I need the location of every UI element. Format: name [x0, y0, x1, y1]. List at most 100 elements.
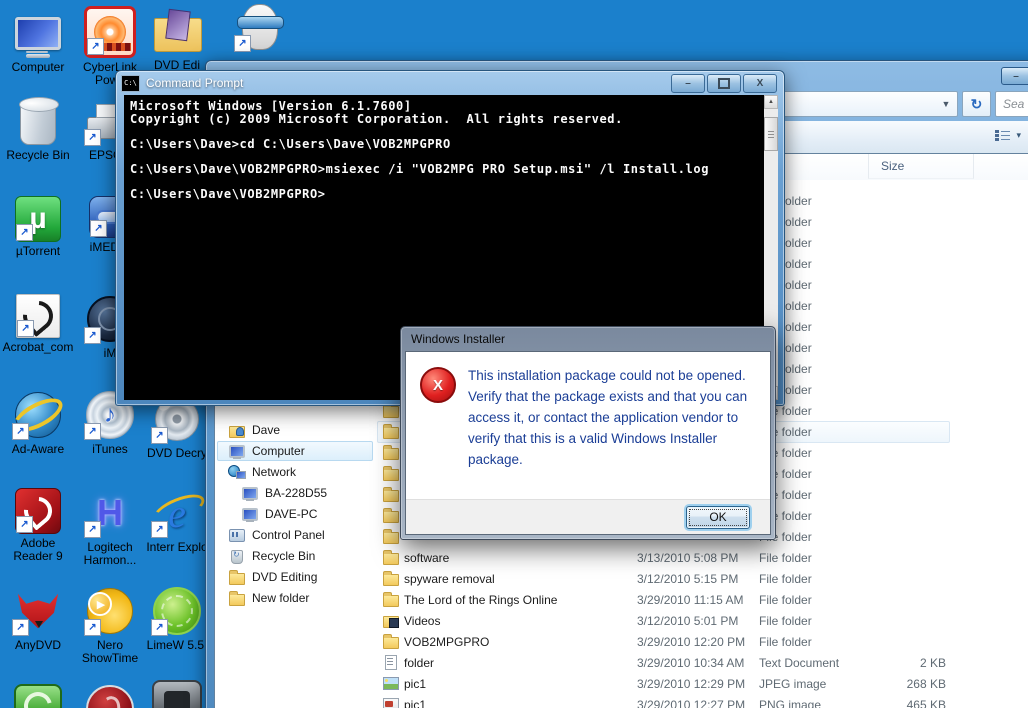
desktop-icon-label: µTorrent: [15, 244, 61, 258]
utorrent-icon: [15, 196, 61, 242]
nav-item-network[interactable]: Network: [217, 462, 373, 482]
nav-item-new-folder[interactable]: New folder: [217, 588, 373, 608]
desktop-icon-label: Interr Explo: [146, 540, 208, 554]
change-view-button[interactable]: [995, 130, 1021, 141]
jpeg-image-icon: [382, 675, 400, 691]
dialog-title: Windows Installer: [411, 332, 506, 346]
maximize-button[interactable]: [707, 73, 741, 93]
desktop-icon-internet-explorer[interactable]: Interr Explo: [139, 488, 215, 554]
shortcut-arrow-icon: [84, 619, 101, 636]
file-type: File folder: [759, 572, 812, 586]
nav-item-dave-pc[interactable]: DAVE-PC: [217, 504, 373, 524]
scroll-up-icon[interactable]: [764, 95, 778, 109]
file-row[interactable]: VOB2MPGPRO 3/29/2010 12:20 PM File folder: [375, 631, 1028, 652]
network-icon: [228, 464, 246, 480]
desktop-icon-gray-app[interactable]: [139, 680, 215, 708]
desktop-icon-dvd-editing[interactable]: DVD Edi: [139, 6, 215, 72]
file-date-modified: 3/29/2010 12:29 PM: [637, 677, 746, 691]
command-prompt-icon: C:\: [121, 74, 140, 92]
address-dropdown-icon[interactable]: [935, 92, 957, 116]
scrollbar-thumb[interactable]: [764, 117, 778, 151]
desktop-icon-ad-aware[interactable]: Ad-Aware: [0, 390, 76, 456]
file-row[interactable]: folder 3/29/2010 10:34 AM Text Document 2 K…: [375, 652, 1028, 673]
minimize-button[interactable]: [1001, 67, 1028, 85]
nav-item-computer[interactable]: Computer: [217, 441, 373, 461]
file-name: pic1: [404, 677, 427, 691]
nav-item-recycle-bin[interactable]: Recycle Bin: [217, 546, 373, 566]
file-size: 2 KB: [919, 656, 946, 670]
control-panel-icon: [228, 527, 246, 543]
file-row[interactable]: software 3/13/2010 5:08 PM File folder: [375, 547, 1028, 568]
desktop-icon-label: iTunes: [92, 442, 128, 456]
shortcut-arrow-icon: [84, 423, 101, 440]
nav-item-label: Computer: [252, 444, 305, 458]
nav-item-label: Network: [252, 465, 297, 479]
file-row[interactable]: The Lord of the Rings Online 3/29/2010 11…: [375, 589, 1028, 610]
desktop-icon-label: DVD Decry: [146, 446, 207, 460]
computer-icon: [241, 485, 259, 501]
user-folder-icon: [228, 422, 246, 438]
column-header-size[interactable]: Size: [868, 154, 974, 179]
file-name: pic1: [404, 698, 427, 708]
recycle-bin-icon: [12, 96, 64, 146]
nav-item-dvd-editing[interactable]: DVD Editing: [217, 567, 373, 587]
file-row[interactable]: spyware removal 3/12/2010 5:15 PM File fol…: [375, 568, 1028, 589]
desktop-icon-label: Acrobat_com: [2, 340, 74, 354]
file-name: software: [404, 551, 450, 565]
shortcut-arrow-icon: [16, 516, 33, 533]
desktop-icon-utorrent[interactable]: µTorrent: [0, 196, 76, 258]
folder-icon: [382, 591, 400, 607]
command-prompt-titlebar[interactable]: C:\ Command Prompt: [116, 71, 784, 95]
computer-icon: [12, 8, 64, 58]
close-button[interactable]: [743, 73, 777, 93]
recycle-bin-icon: [228, 548, 246, 564]
shortcut-arrow-icon: [84, 327, 101, 344]
internet-explorer-icon: [151, 488, 203, 538]
desktop-icon-red-app[interactable]: [72, 684, 148, 708]
gray-app-icon: [152, 680, 202, 708]
file-name: folder: [404, 656, 435, 670]
adobe-reader-icon: [15, 488, 61, 534]
nav-item-control-panel[interactable]: Control Panel: [217, 525, 373, 545]
shortcut-arrow-icon: [234, 35, 251, 52]
refresh-icon[interactable]: [962, 91, 991, 117]
desktop-icon-adobe-reader-9[interactable]: Adobe Reader 9: [0, 488, 76, 563]
folder-icon: [228, 590, 246, 606]
minimize-button[interactable]: [671, 73, 705, 93]
dialog-message: This installation package could not be o…: [468, 368, 748, 467]
folder-icon: [382, 507, 400, 523]
nav-item-label: BA-228D55: [265, 486, 328, 500]
file-row[interactable]: pic1 3/29/2010 12:27 PM PNG image 465 KB: [375, 694, 1028, 708]
ok-button[interactable]: OK: [686, 505, 750, 529]
file-row[interactable]: Videos 3/12/2010 5:01 PM File folder: [375, 610, 1028, 631]
file-date-modified: 3/29/2010 12:27 PM: [637, 698, 746, 708]
desktop-icon-acrobat-com[interactable]: Acrobat_com: [0, 294, 76, 354]
search-input[interactable]: Sea: [995, 91, 1028, 117]
desktop-icon-computer[interactable]: Computer: [0, 8, 76, 74]
file-date-modified: 3/13/2010 5:08 PM: [637, 551, 739, 565]
desktop-icon-limewire[interactable]: LimeW 5.5.: [139, 586, 215, 652]
desktop-icon-green-app[interactable]: [0, 684, 76, 708]
folder-icon: [382, 423, 400, 439]
shortcut-arrow-icon: [90, 220, 107, 237]
desktop-icon-label: AnyDVD: [14, 638, 61, 652]
acrobat-icon: [16, 294, 60, 338]
error-icon: [420, 367, 456, 403]
nav-item-dave[interactable]: Dave: [217, 420, 373, 440]
desktop-icon-headset-app[interactable]: [222, 2, 298, 55]
shortcut-arrow-icon: [17, 320, 34, 337]
desktop-icon-recycle-bin[interactable]: Recycle Bin: [0, 96, 76, 162]
folder-icon: [382, 570, 400, 586]
dialog-footer: OK: [406, 499, 770, 534]
videos-folder-icon: [382, 612, 400, 628]
file-row[interactable]: pic1 3/29/2010 12:29 PM JPEG image 268 KB: [375, 673, 1028, 694]
folder-icon: [382, 465, 400, 481]
console-text: Microsoft Windows [Version 6.1.7600] Cop…: [130, 99, 710, 201]
nav-item-ba-228d55[interactable]: BA-228D55: [217, 483, 373, 503]
desktop-icon-logitech-harmony[interactable]: Logitech Harmon...: [72, 488, 148, 567]
desktop-icon-nero-showtime[interactable]: Nero ShowTime: [72, 586, 148, 665]
file-date-modified: 3/12/2010 5:01 PM: [637, 614, 739, 628]
nav-item-label: DVD Editing: [252, 570, 318, 584]
dialog-titlebar[interactable]: Windows Installer: [401, 327, 775, 351]
desktop-icon-anydvd[interactable]: AnyDVD: [0, 586, 76, 652]
